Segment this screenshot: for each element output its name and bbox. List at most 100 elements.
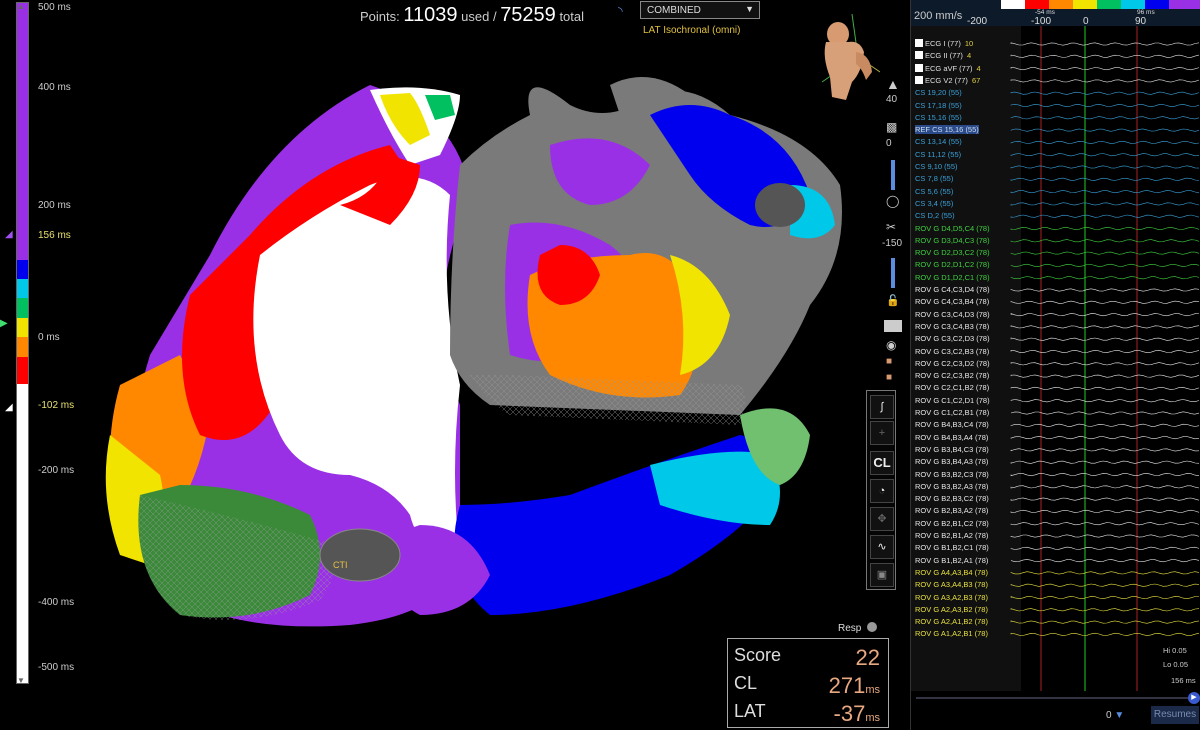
channel-label[interactable]: ROV G C1,C2,B1 (78): [915, 408, 989, 417]
channel-label[interactable]: ROV G C4,C3,B4 (78): [915, 297, 989, 306]
channel-label[interactable]: ECG I (77) 10: [915, 39, 973, 48]
channel-label[interactable]: CS 7,8 (55): [915, 174, 953, 183]
waveform-icon[interactable]: ∿: [870, 535, 894, 559]
channel-label[interactable]: ROV G C2,C1,B2 (78): [915, 383, 989, 392]
channel-label[interactable]: ROV G D2,D1,C2 (78): [915, 260, 990, 269]
scale-scroll-down-icon[interactable]: ▼: [17, 676, 25, 685]
ecg-offset-select[interactable]: 0 ▼: [1106, 710, 1124, 721]
ecg-trace-line: [1010, 313, 1200, 317]
ecg-panel[interactable]: 200 mm/s -200 -100 0 90 -54 ms 96 ms ECG…: [910, 0, 1200, 730]
channel-label[interactable]: ROV G A2,A1,B2 (78): [915, 617, 988, 626]
channel-label[interactable]: ECG aVF (77) 4: [915, 63, 981, 73]
screen-icon[interactable]: [884, 320, 902, 332]
channel-label[interactable]: ROV G C3,C4,D3 (78): [915, 310, 990, 319]
channel-label[interactable]: ROV G B3,B4,A3 (78): [915, 457, 988, 466]
channel-label[interactable]: ROV G A3,A2,B3 (78): [915, 593, 988, 602]
lat-unit: ms: [865, 712, 880, 724]
channel-label[interactable]: CS 3,4 (55): [915, 199, 953, 208]
channel-label[interactable]: CS 9,10 (55): [915, 162, 958, 171]
channel-label[interactable]: ROV G B2,B1,A2 (78): [915, 531, 988, 540]
channel-label[interactable]: REF CS 15,16 (55): [915, 125, 979, 135]
channel-label[interactable]: ROV G B3,B2,C3 (78): [915, 470, 989, 479]
lat-color-scale[interactable]: 500 ms 400 ms 200 ms 156 ms 0 ms -102 ms…: [0, 0, 80, 730]
lat-anatomy-map[interactable]: [90, 55, 870, 645]
channel-label[interactable]: CS 19,20 (55): [915, 88, 962, 97]
map-layer-icon[interactable]: ◝: [618, 4, 623, 18]
channel-label[interactable]: ROV G C3,C2,B3 (78): [915, 347, 989, 356]
channel-label[interactable]: ROV G B1,B2,C1 (78): [915, 543, 989, 552]
channel-label[interactable]: CS D,2 (55): [915, 211, 955, 220]
target-icon[interactable]: ◯: [886, 194, 899, 208]
channel-name: ROV G B3,B2,C3 (78): [915, 469, 989, 479]
channel-checkbox[interactable]: [915, 63, 923, 72]
lower-limit-handle[interactable]: ◢: [5, 402, 13, 413]
slider-lower-handle-icon[interactable]: [891, 258, 895, 288]
slider-handle-icon[interactable]: [891, 160, 895, 190]
channel-label[interactable]: ROV G C1,C2,D1 (78): [915, 396, 990, 405]
score-panel: Score 22 CL 271ms LAT -37ms: [727, 638, 889, 728]
ecg-color-strip: [1001, 0, 1200, 9]
channel-label[interactable]: ECG V2 (77) 67: [915, 75, 980, 85]
channel-label[interactable]: ROV G C4,C3,D4 (78): [915, 285, 990, 294]
channel-label[interactable]: ROV G A4,A3,B4 (78): [915, 568, 988, 577]
channel-name: CS 17,18 (55): [915, 100, 962, 110]
channel-label[interactable]: ROV G D3,D4,C3 (78): [915, 236, 990, 245]
channel-label[interactable]: CS 11,12 (55): [915, 150, 961, 159]
channel-label[interactable]: ROV G B4,B3,A4 (78): [915, 433, 988, 442]
signal-icon[interactable]: ∫: [870, 395, 894, 419]
eye-icon[interactable]: ◉: [886, 338, 896, 352]
channel-label[interactable]: ROV G B2,B3,A2 (78): [915, 506, 988, 515]
map-type-select[interactable]: COMBINED ▼: [640, 1, 760, 19]
ecg-trace-line: [1010, 276, 1200, 280]
lock-icon[interactable]: 🔓: [886, 294, 900, 307]
channel-label[interactable]: ROV G C3,C2,D3 (78): [915, 334, 990, 343]
channel-label[interactable]: ROV G A2,A3,B2 (78): [915, 605, 988, 614]
channel-label[interactable]: ECG II (77) 4: [915, 51, 971, 60]
channel-name: ECG II (77): [925, 51, 963, 61]
channel-label[interactable]: ROV G C3,C4,B3 (78): [915, 322, 989, 331]
points-summary: Points: 11039 used / 75259 total: [360, 4, 584, 27]
channel-label[interactable]: CS 17,18 (55): [915, 101, 962, 110]
channel-label[interactable]: CS 13,14 (55): [915, 137, 962, 146]
channel-label[interactable]: CS 15,16 (55): [915, 113, 962, 122]
torso-small-icon[interactable]: ■: [886, 372, 892, 383]
resume-button[interactable]: Resumes: [1151, 706, 1199, 724]
channel-label[interactable]: ROV G B4,B3,C4 (78): [915, 420, 989, 429]
channel-label[interactable]: ROV G D1,D2,C1 (78): [915, 273, 990, 282]
channel-label[interactable]: ROV G B2,B1,C2 (78): [915, 519, 989, 528]
channel-label[interactable]: ROV G B3,B4,C3 (78): [915, 445, 989, 454]
resp-status-icon: [867, 622, 878, 632]
reference-handle[interactable]: ▶: [0, 318, 8, 329]
channel-label[interactable]: ROV G A1,A2,B1 (78): [915, 629, 988, 638]
speedometer-icon[interactable]: ◔: [870, 479, 894, 503]
play-icon[interactable]: ▶: [1188, 692, 1200, 704]
sweep-speed[interactable]: 200 mm/s: [914, 10, 962, 22]
channel-label[interactable]: ROV G C2,C3,B2 (78): [915, 371, 989, 380]
ecg-scrollbar[interactable]: [916, 697, 1196, 699]
ecg-trace-line: [1010, 423, 1200, 427]
channel-label[interactable]: ROV G D4,D5,C4 (78): [915, 224, 990, 233]
ecg-trace-line: [1010, 349, 1200, 354]
scale-scroll-up-icon[interactable]: ▲: [17, 2, 25, 11]
move-icon[interactable]: ✥: [870, 507, 894, 531]
scissors-icon[interactable]: ✂: [886, 220, 896, 234]
image-icon[interactable]: ▣: [870, 563, 894, 587]
mountain-icon[interactable]: ▲: [886, 76, 900, 92]
channel-checkbox[interactable]: [915, 75, 923, 84]
channel-checkbox[interactable]: [915, 39, 923, 47]
upper-limit-handle[interactable]: ◢: [5, 229, 13, 240]
channel-label[interactable]: ROV G D2,D3,C2 (78): [915, 248, 990, 257]
cl-button[interactable]: CL: [870, 451, 894, 475]
channel-label[interactable]: CS 5,6 (55): [915, 187, 953, 196]
channel-label[interactable]: ROV G B1,B2,A1 (78): [915, 556, 988, 565]
channel-label[interactable]: ROV G B3,B2,A3 (78): [915, 482, 988, 491]
crosshair-icon[interactable]: +: [870, 421, 894, 445]
channel-label[interactable]: ROV G B2,B3,C2 (78): [915, 494, 989, 503]
window-mark-right: 96 ms: [1137, 9, 1155, 16]
channel-checkbox[interactable]: [915, 51, 923, 60]
channel-label[interactable]: ROV G C2,C3,D2 (78): [915, 359, 990, 368]
channel-label[interactable]: ROV G A3,A4,B3 (78): [915, 580, 988, 589]
clip-icon[interactable]: ▩: [886, 120, 897, 134]
ecg-offset-value: 0: [1106, 710, 1112, 721]
torso-small-icon[interactable]: ■: [886, 356, 892, 367]
